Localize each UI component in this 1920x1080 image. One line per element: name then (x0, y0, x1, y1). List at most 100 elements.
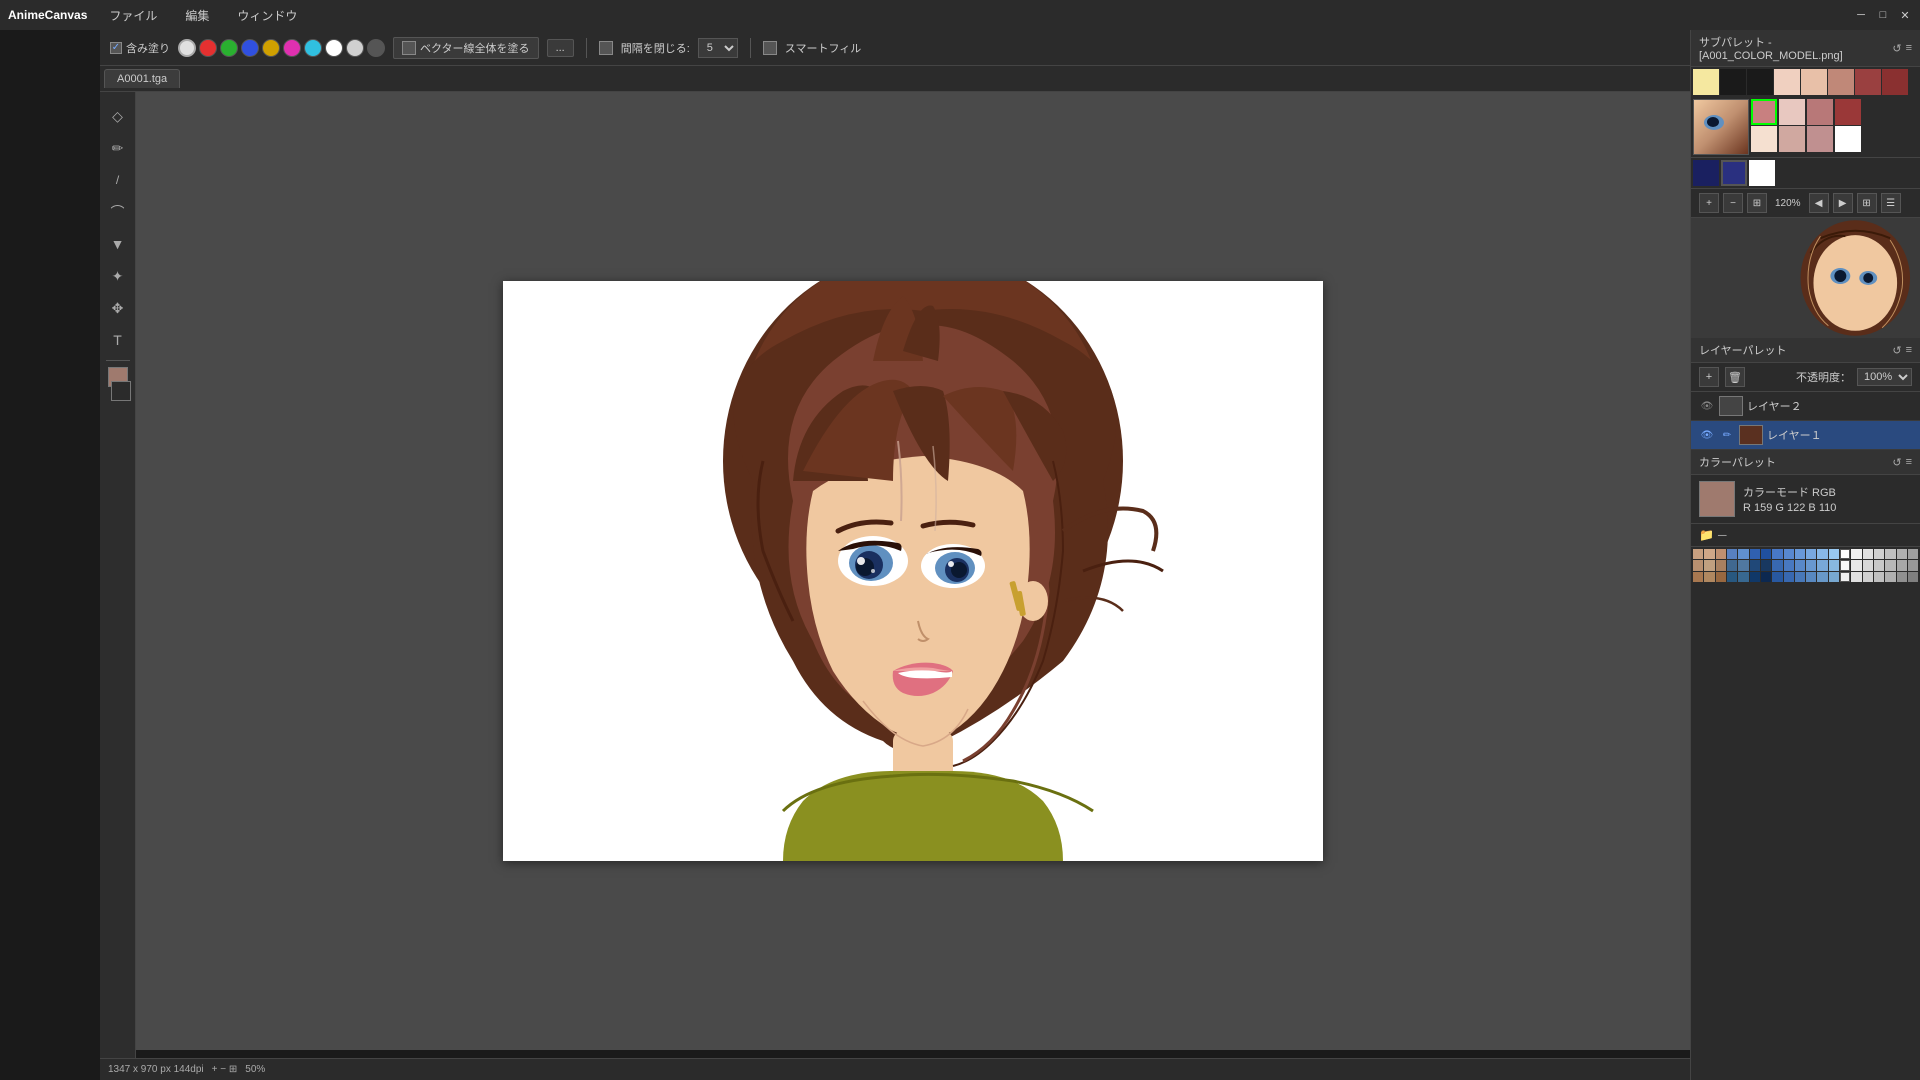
cg-29[interactable] (1795, 560, 1805, 570)
color-dot-2[interactable] (220, 39, 238, 57)
cg-17[interactable] (1885, 549, 1895, 559)
swatch-selected[interactable] (1751, 99, 1777, 125)
palette-grid-btn[interactable]: ⊞ (1747, 193, 1767, 213)
fill-checkbox[interactable]: ✓ (110, 42, 122, 54)
cg-19[interactable] (1908, 549, 1918, 559)
cg-26[interactable] (1761, 560, 1771, 570)
tool-fill[interactable]: ▼ (104, 230, 132, 258)
canvas[interactable] (503, 281, 1323, 861)
cg-6[interactable] (1761, 549, 1771, 559)
preview-thumbnail-1[interactable] (1693, 99, 1749, 155)
cg-7[interactable] (1772, 549, 1782, 559)
color-dot-9[interactable] (367, 39, 385, 57)
cg-18[interactable] (1897, 549, 1907, 559)
cg-33[interactable] (1840, 560, 1850, 570)
cg-57[interactable] (1885, 572, 1895, 582)
cg-11[interactable] (1817, 549, 1827, 559)
cg-10[interactable] (1806, 549, 1816, 559)
palette-prev-btn[interactable]: ▶ (1833, 193, 1853, 213)
swatch-f3[interactable] (1749, 160, 1775, 186)
cg-1[interactable] (1704, 549, 1714, 559)
cg-22[interactable] (1716, 560, 1726, 570)
cg-13[interactable] (1840, 549, 1850, 559)
swatch-2[interactable] (1747, 69, 1773, 95)
cg-12[interactable] (1829, 549, 1839, 559)
tool-move[interactable]: ✥ (104, 294, 132, 322)
swatch-d2[interactable] (1807, 126, 1833, 152)
layer-add-btn[interactable]: + (1699, 367, 1719, 387)
color-dot-0[interactable] (178, 39, 196, 57)
minimize-button[interactable]: ─ (1854, 8, 1868, 22)
close-value-select[interactable]: 5 3 10 (698, 38, 738, 58)
palette-next-btn[interactable]: ⊞ (1857, 193, 1877, 213)
cg-20[interactable] (1693, 560, 1703, 570)
cg-9[interactable] (1795, 549, 1805, 559)
cg-48[interactable] (1784, 572, 1794, 582)
swatch-1[interactable] (1720, 69, 1746, 95)
cg-51[interactable] (1817, 572, 1827, 582)
color-dot-7[interactable] (325, 39, 343, 57)
cg-32[interactable] (1829, 560, 1839, 570)
tool-select[interactable]: ◇ (104, 102, 132, 130)
layer-edit-1[interactable]: ✏ (1719, 427, 1735, 443)
menu-window[interactable]: ウィンドウ (231, 5, 303, 26)
maximize-button[interactable]: □ (1876, 8, 1890, 22)
tool-eyedropper[interactable]: ✦ (104, 262, 132, 290)
color-menu[interactable]: ≡ (1906, 456, 1912, 468)
cg-39[interactable] (1908, 560, 1918, 570)
swatch-7[interactable] (1882, 69, 1908, 95)
palette-add-btn[interactable]: + (1699, 193, 1719, 213)
cg-56[interactable] (1874, 572, 1884, 582)
tool-curve[interactable]: ⌒ (104, 198, 132, 226)
cg-23[interactable] (1727, 560, 1737, 570)
cg-4[interactable] (1738, 549, 1748, 559)
cg-43[interactable] (1727, 572, 1737, 582)
cg-31[interactable] (1817, 560, 1827, 570)
palette-minus-btn[interactable]: − (1723, 193, 1743, 213)
swatch-d1[interactable] (1807, 99, 1833, 125)
swatch-e1[interactable] (1835, 99, 1861, 125)
cg-5[interactable] (1750, 549, 1760, 559)
swatch-f2[interactable] (1721, 160, 1747, 186)
menu-edit[interactable]: 編集 (179, 5, 215, 26)
cg-21[interactable] (1704, 560, 1714, 570)
swatch-5[interactable] (1828, 69, 1854, 95)
layer-eye-2[interactable]: 👁 (1699, 398, 1715, 414)
swatch-f1[interactable] (1693, 160, 1719, 186)
cg-36[interactable] (1874, 560, 1884, 570)
swatch-e2[interactable] (1835, 126, 1861, 152)
sub-palette-refresh[interactable]: ↺ (1892, 42, 1901, 55)
cg-44[interactable] (1738, 572, 1748, 582)
cg-46[interactable] (1761, 572, 1771, 582)
color-dot-3[interactable] (241, 39, 259, 57)
color-refresh[interactable]: ↺ (1892, 456, 1901, 469)
cg-40[interactable] (1693, 572, 1703, 582)
palette-list-btn[interactable]: ☰ (1881, 193, 1901, 213)
swatch-4[interactable] (1801, 69, 1827, 95)
cg-42[interactable] (1716, 572, 1726, 582)
cg-27[interactable] (1772, 560, 1782, 570)
cg-16[interactable] (1874, 549, 1884, 559)
cg-30[interactable] (1806, 560, 1816, 570)
cg-15[interactable] (1863, 549, 1873, 559)
more-button[interactable]: ... (547, 39, 574, 57)
cg-41[interactable] (1704, 572, 1714, 582)
cg-28[interactable] (1784, 560, 1794, 570)
layer-menu[interactable]: ≡ (1906, 344, 1912, 356)
cg-52[interactable] (1829, 572, 1839, 582)
cg-24[interactable] (1738, 560, 1748, 570)
menu-file[interactable]: ファイル (103, 5, 163, 26)
cg-25[interactable] (1750, 560, 1760, 570)
background-color[interactable] (111, 381, 131, 401)
opacity-select[interactable]: 100% 75% 50% (1857, 368, 1912, 386)
cg-58[interactable] (1897, 572, 1907, 582)
cg-3[interactable] (1727, 549, 1737, 559)
color-dot-1[interactable] (199, 39, 217, 57)
cg-45[interactable] (1750, 572, 1760, 582)
tool-text[interactable]: T (104, 326, 132, 354)
cg-54[interactable] (1851, 572, 1861, 582)
layer-delete-btn[interactable]: 🗑 (1725, 367, 1745, 387)
swatch-c1[interactable] (1779, 99, 1805, 125)
tool-pen[interactable]: ✏ (104, 134, 132, 162)
cg-38[interactable] (1897, 560, 1907, 570)
